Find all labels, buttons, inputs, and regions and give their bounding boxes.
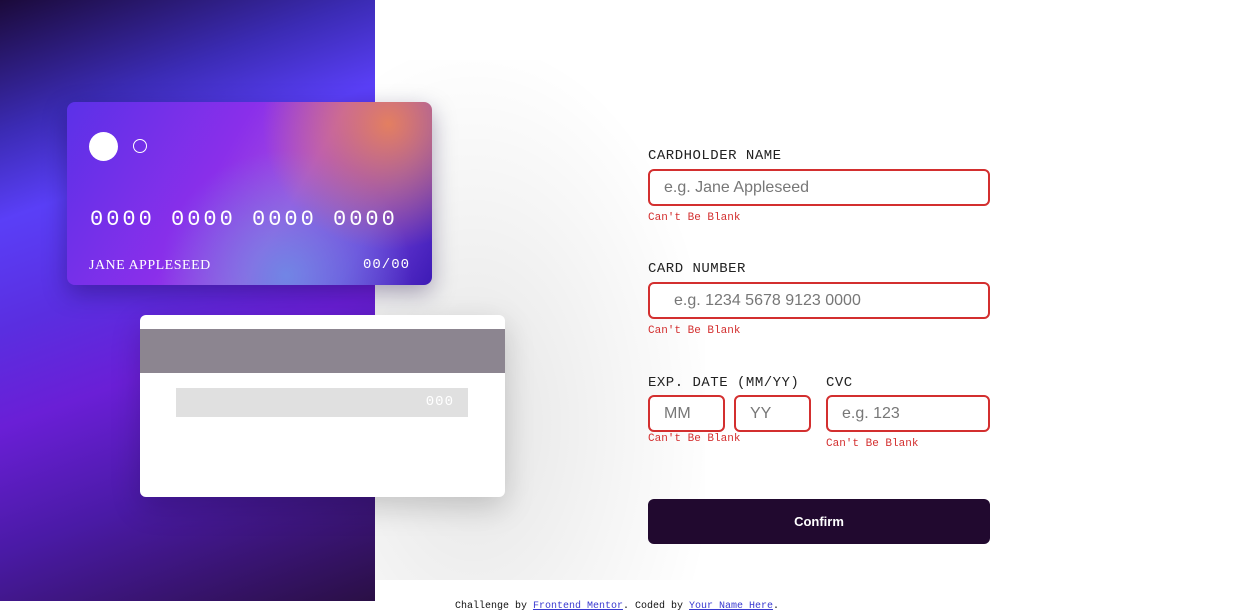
frontend-mentor-link[interactable]: Frontend Mentor — [533, 601, 623, 612]
cvc-error: Can't Be Blank — [826, 438, 919, 450]
expiry-month-input[interactable] — [648, 395, 725, 432]
signature-strip: 000 — [176, 388, 468, 417]
attribution: Challenge by Frontend Mentor. Coded by Y… — [0, 601, 1234, 612]
magnetic-strip — [140, 329, 505, 373]
cardholder-name-input[interactable] — [648, 169, 990, 206]
attribution-prefix: Challenge by — [454, 601, 533, 612]
card-logo-circle-small — [133, 139, 147, 153]
attribution-suffix: . — [773, 601, 780, 612]
cvc-label: CVC — [826, 375, 853, 391]
card-holder-display: JANE APPLESEED — [89, 258, 211, 273]
card-number-error: Can't Be Blank — [648, 325, 741, 337]
card-number-label: CARD NUMBER — [648, 261, 746, 277]
card-back: 000 — [140, 315, 505, 497]
expiry-year-input[interactable] — [734, 395, 811, 432]
card-expiry-display: 00/00 — [362, 257, 410, 273]
card-cvc-display: 000 — [425, 394, 454, 410]
left-gradient-panel — [0, 0, 375, 601]
confirm-button[interactable]: Confirm — [648, 499, 990, 544]
cvc-input[interactable] — [826, 395, 990, 432]
author-link[interactable]: Your Name Here — [689, 601, 773, 612]
expiry-date-label: EXP. DATE (MM/YY) — [648, 375, 800, 391]
card-front: 0000 0000 0000 0000 JANE APPLESEED 00/00 — [67, 102, 432, 285]
card-number-display: 0000 0000 0000 0000 — [90, 207, 398, 232]
cardholder-name-error: Can't Be Blank — [648, 212, 741, 224]
card-logo-circle-large — [89, 132, 118, 161]
card-number-input[interactable] — [648, 282, 990, 319]
expiry-date-error: Can't Be Blank — [648, 433, 741, 445]
attribution-middle: . Coded by — [622, 601, 689, 612]
cardholder-name-label: CARDHOLDER NAME — [648, 148, 782, 164]
